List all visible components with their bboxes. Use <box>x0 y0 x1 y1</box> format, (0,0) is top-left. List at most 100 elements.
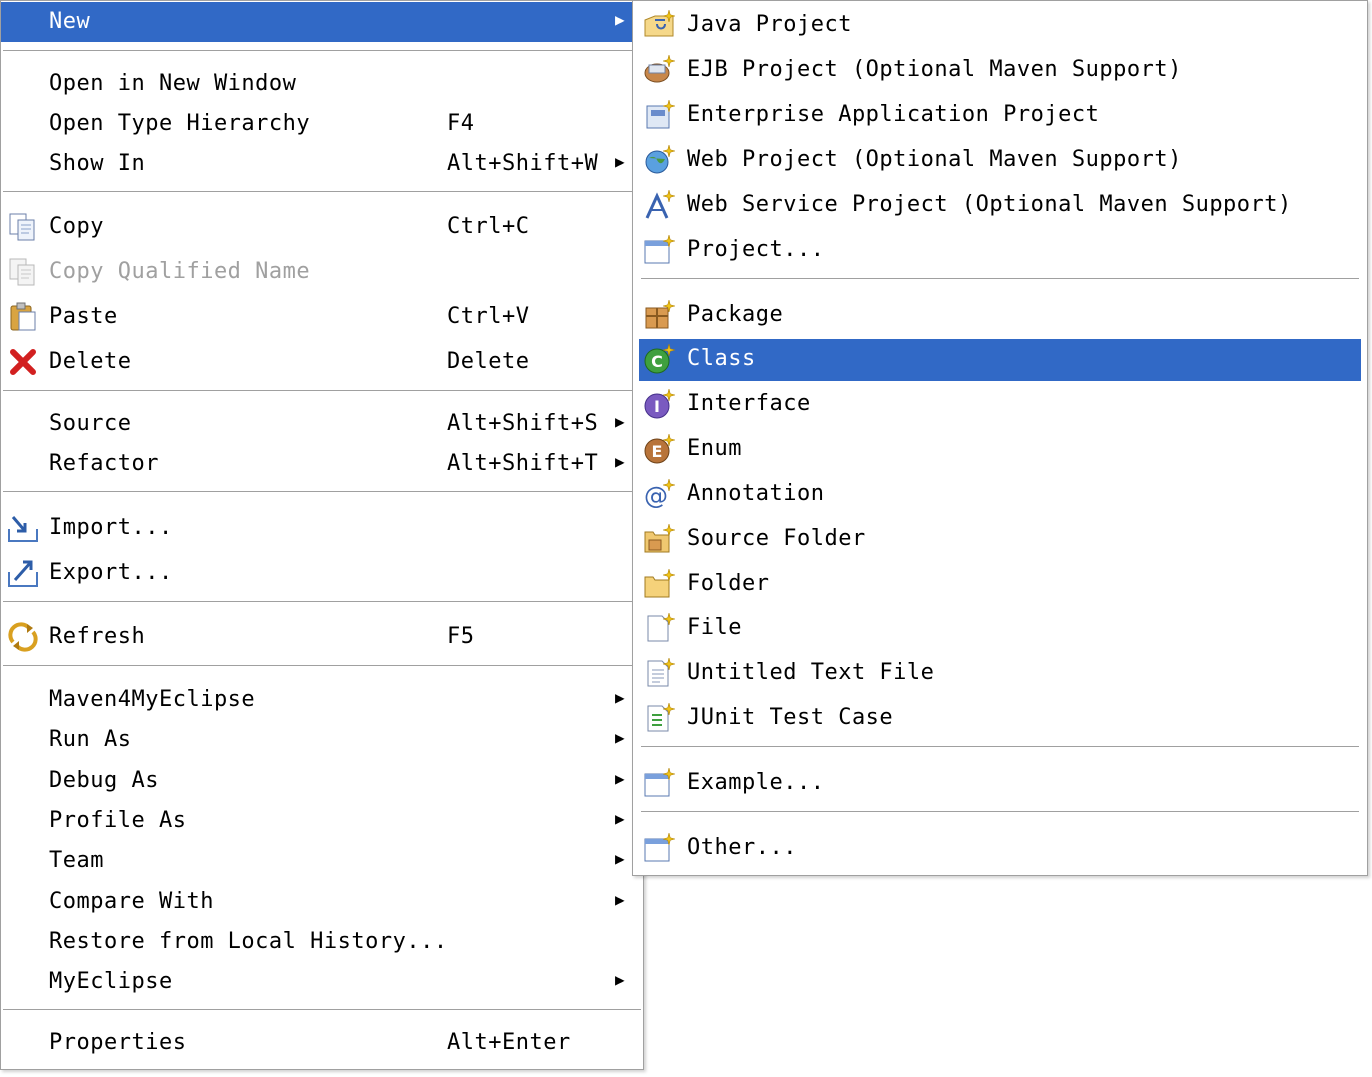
menu-item-label: Refresh <box>49 624 146 649</box>
menu-item-copy-qualified-name[interactable]: Copy Qualified Name <box>1 252 643 292</box>
menu-item-new[interactable]: New ▶ <box>1 2 643 42</box>
submenu-item-enum[interactable]: E Enum <box>633 429 1367 469</box>
file-icon <box>647 613 675 642</box>
menu-separator <box>641 746 1359 748</box>
menu-item-label: Copy Qualified Name <box>49 259 311 284</box>
svg-text:C: C <box>651 352 663 371</box>
menu-item-label: Untitled Text File <box>687 660 935 685</box>
menu-item-restore-from-local-history[interactable]: Restore from Local History... <box>1 922 643 962</box>
menu-item-label: Maven4MyEclipse <box>49 687 256 712</box>
submenu-item-folder[interactable]: Folder <box>633 564 1367 604</box>
enterprise-application-project-icon <box>646 100 675 129</box>
menu-item-label: Project... <box>687 237 825 262</box>
menu-item-label: Debug As <box>49 768 159 793</box>
menu-item-maven4myeclipse[interactable]: Maven4MyEclipse ▶ <box>1 680 643 720</box>
text-file-icon <box>647 658 675 687</box>
delete-icon <box>10 349 36 375</box>
submenu-item-other[interactable]: Other... <box>633 828 1367 868</box>
junit-icon <box>647 703 675 732</box>
example-icon <box>644 768 675 797</box>
menu-item-shortcut: Alt+Shift+S <box>447 411 599 436</box>
submenu-item-interface[interactable]: I Interface <box>633 384 1367 424</box>
menu-item-team[interactable]: Team ▶ <box>1 841 643 881</box>
menu-separator <box>3 1009 641 1011</box>
menu-item-export[interactable]: Export... <box>1 553 643 593</box>
menu-item-label: Copy <box>49 214 104 239</box>
svg-text:I: I <box>654 397 660 416</box>
menu-separator <box>641 278 1359 280</box>
menu-item-myeclipse[interactable]: MyEclipse ▶ <box>1 962 643 1002</box>
submenu-item-source-folder[interactable]: Source Folder <box>633 519 1367 559</box>
menu-item-source[interactable]: Source Alt+Shift+S ▶ <box>1 404 643 444</box>
submenu-item-junit-test-case[interactable]: JUnit Test Case <box>633 698 1367 738</box>
menu-item-label: MyEclipse <box>49 969 173 994</box>
submenu-item-project[interactable]: Project... <box>633 230 1367 270</box>
ejb-project-icon <box>644 55 675 83</box>
submenu-item-annotation[interactable]: @ Annotation <box>633 474 1367 514</box>
menu-item-label: Package <box>687 302 784 327</box>
submenu-item-package[interactable]: Package <box>633 295 1367 335</box>
submenu-arrow-icon: ▶ <box>615 412 625 431</box>
annotation-icon: @ <box>644 479 675 509</box>
menu-item-label: JUnit Test Case <box>687 705 894 730</box>
submenu-item-web-service-project[interactable]: Web Service Project (Optional Maven Supp… <box>633 185 1367 225</box>
menu-separator <box>3 601 641 603</box>
menu-item-label: Source Folder <box>687 526 866 551</box>
menu-item-import[interactable]: Import... <box>1 508 643 548</box>
menu-item-label: Run As <box>49 727 132 752</box>
menu-item-run-as[interactable]: Run As ▶ <box>1 720 643 760</box>
menu-item-shortcut: Alt+Shift+T <box>447 451 599 476</box>
source-folder-icon <box>644 524 675 553</box>
submenu-arrow-icon: ▶ <box>615 452 625 471</box>
submenu-item-example[interactable]: Example... <box>633 763 1367 803</box>
submenu-item-file[interactable]: File <box>633 608 1367 648</box>
submenu-arrow-icon: ▶ <box>615 809 625 828</box>
submenu-item-web-project[interactable]: Web Project (Optional Maven Support) <box>633 140 1367 180</box>
menu-item-shortcut: Alt+Enter <box>447 1030 571 1055</box>
enum-icon: E <box>644 434 675 464</box>
submenu-arrow-icon: ▶ <box>615 849 625 868</box>
folder-icon <box>644 569 675 598</box>
menu-item-open-type-hierarchy[interactable]: Open Type Hierarchy F4 <box>1 104 643 144</box>
menu-item-label: Paste <box>49 304 118 329</box>
submenu-item-class[interactable]: C Class <box>639 339 1361 381</box>
menu-item-show-in[interactable]: Show In Alt+Shift+W ▶ <box>1 144 643 184</box>
menu-item-label: Web Service Project (Optional Maven Supp… <box>687 192 1292 217</box>
menu-item-label: Open Type Hierarchy <box>49 111 311 136</box>
interface-icon: I <box>644 389 675 419</box>
class-icon: C <box>644 344 675 374</box>
menu-item-paste[interactable]: Paste Ctrl+V <box>1 297 643 337</box>
menu-item-label: Export... <box>49 560 173 585</box>
menu-item-profile-as[interactable]: Profile As ▶ <box>1 801 643 841</box>
submenu-item-untitled-text-file[interactable]: Untitled Text File <box>633 653 1367 693</box>
menu-separator <box>3 50 641 52</box>
menu-item-properties[interactable]: Properties Alt+Enter <box>1 1023 643 1063</box>
java-project-icon <box>644 10 675 37</box>
menu-item-label: Team <box>49 848 104 873</box>
menu-item-refresh[interactable]: Refresh F5 <box>1 617 643 657</box>
menu-separator <box>3 191 641 193</box>
copy-qualified-name-icon <box>9 258 35 286</box>
menu-item-label: Delete <box>49 349 132 374</box>
new-project-icon <box>644 235 675 264</box>
submenu-item-enterprise-application-project[interactable]: Enterprise Application Project <box>633 95 1367 135</box>
menu-item-label: File <box>687 615 742 640</box>
menu-item-copy[interactable]: Copy Ctrl+C <box>1 207 643 247</box>
submenu-item-ejb-project[interactable]: EJB Project (Optional Maven Support) <box>633 50 1367 90</box>
submenu-item-java-project[interactable]: Java Project <box>633 5 1367 45</box>
menu-item-label: Import... <box>49 515 173 540</box>
submenu-arrow-icon: ▶ <box>615 728 625 747</box>
paste-icon <box>10 302 36 331</box>
svg-text:@: @ <box>644 482 668 509</box>
import-icon <box>8 516 38 542</box>
menu-item-open-new-window[interactable]: Open in New Window <box>1 64 643 104</box>
menu-item-label: Open in New Window <box>49 71 297 96</box>
menu-item-delete[interactable]: Delete Delete <box>1 342 643 382</box>
menu-item-debug-as[interactable]: Debug As ▶ <box>1 761 643 801</box>
menu-item-refactor[interactable]: Refactor Alt+Shift+T ▶ <box>1 444 643 484</box>
menu-item-label: Class <box>687 346 756 371</box>
menu-item-compare-with[interactable]: Compare With ▶ <box>1 882 643 922</box>
menu-item-label: Restore from Local History... <box>49 929 448 954</box>
submenu-arrow-icon: ▶ <box>615 970 625 989</box>
menu-item-label: Web Project (Optional Maven Support) <box>687 147 1182 172</box>
